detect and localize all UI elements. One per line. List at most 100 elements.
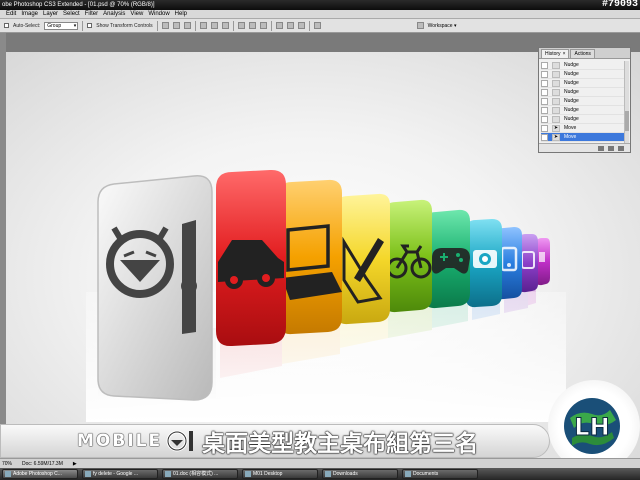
window-title: obe Photoshop CS3 Extended - [01.psd @ 7…	[2, 2, 155, 8]
task-label: Documents	[413, 471, 439, 477]
menu-help[interactable]: Help	[175, 10, 187, 19]
history-label: Nudge	[564, 71, 579, 77]
menu-view[interactable]: View	[130, 10, 143, 19]
align-bottom-icon[interactable]	[183, 22, 191, 29]
align-center-icon[interactable]	[210, 22, 218, 29]
menu-edit[interactable]: Edit	[6, 10, 16, 19]
trash-icon[interactable]	[618, 145, 624, 151]
tab-actions[interactable]: Actions	[570, 49, 595, 58]
history-source-checkbox[interactable]	[541, 79, 548, 87]
history-label: Nudge	[564, 80, 579, 86]
scrollbar-thumb[interactable]	[625, 111, 629, 131]
status-bar: 70% Doc: 6.59M/17.3M ▶	[0, 458, 640, 468]
card-cyan-camera	[466, 219, 502, 308]
distribute-bottom-icon[interactable]	[259, 22, 267, 29]
close-icon[interactable]: ×	[563, 51, 566, 57]
history-row[interactable]: Nudge	[541, 61, 625, 70]
nudge-icon	[552, 97, 560, 105]
align-left-icon[interactable]	[199, 22, 207, 29]
history-row[interactable]: Nudge	[541, 97, 625, 106]
taskbar-desktop-folder[interactable]: M01 Desktop	[242, 469, 318, 479]
distribute-top-icon[interactable]	[237, 22, 245, 29]
menu-select[interactable]: Select	[63, 10, 80, 19]
brand-text: MOBILE	[77, 431, 163, 451]
show-transform-label: Show Transform Controls	[96, 22, 153, 29]
auto-select-checkbox[interactable]	[4, 23, 9, 28]
new-document-from-state-icon[interactable]	[598, 145, 604, 151]
move-tool-icon: ➤	[552, 133, 560, 141]
align-middle-icon[interactable]	[172, 22, 180, 29]
history-row[interactable]: ➤ Move	[541, 124, 625, 133]
distribute-middle-icon[interactable]	[248, 22, 256, 29]
history-row[interactable]: Nudge	[541, 79, 625, 88]
logo-01-icon	[166, 430, 194, 452]
divider	[232, 20, 234, 31]
menu-layer[interactable]: Layer	[43, 10, 58, 19]
history-label: Nudge	[564, 98, 579, 104]
distribute-left-icon[interactable]	[275, 22, 283, 29]
auto-align-icon[interactable]	[313, 22, 321, 29]
distribute-center-icon[interactable]	[286, 22, 294, 29]
history-source-checkbox[interactable]	[541, 88, 548, 96]
history-row[interactable]: Nudge	[541, 106, 625, 115]
history-source-checkbox[interactable]	[541, 61, 548, 69]
card-gray-logo	[97, 175, 213, 401]
taskbar-chrome[interactable]: fy delete - Google ...	[82, 469, 158, 479]
nudge-icon	[552, 88, 560, 96]
history-panel: History × Actions Nudge Nudge Nudge Nudge…	[538, 47, 631, 153]
divider	[194, 20, 196, 31]
task-label: M01 Desktop	[253, 471, 283, 477]
word-icon	[165, 471, 171, 477]
wallpaper-caption-banner: MOBILE 桌面美型教主桌布組第三名	[0, 424, 550, 458]
workspace-dropdown[interactable]: Workspace ▾	[428, 23, 457, 29]
align-right-icon[interactable]	[221, 22, 229, 29]
show-transform-checkbox[interactable]	[87, 23, 93, 28]
history-source-checkbox[interactable]	[541, 124, 548, 132]
menu-filter[interactable]: Filter	[85, 10, 98, 19]
align-top-icon[interactable]	[161, 22, 169, 29]
menu-analysis[interactable]: Analysis	[103, 10, 125, 19]
menu-window[interactable]: Window	[148, 10, 169, 19]
distribute-right-icon[interactable]	[297, 22, 305, 29]
nudge-icon	[552, 70, 560, 78]
tab-history-label: History	[545, 51, 561, 57]
history-row-selected[interactable]: ➤ Move	[541, 133, 625, 142]
bridge-icon[interactable]	[416, 22, 424, 29]
auto-select-dropdown[interactable]: Group	[44, 21, 79, 30]
history-source-checkbox[interactable]	[541, 115, 548, 123]
history-label: Nudge	[564, 116, 579, 122]
os-taskbar: Adobe Photoshop C... fy delete - Google …	[0, 468, 640, 480]
menu-bar: Edit Image Layer Select Filter Analysis …	[0, 10, 640, 19]
history-source-checkbox[interactable]	[541, 97, 548, 105]
status-menu-arrow-icon[interactable]: ▶	[73, 461, 77, 467]
history-row[interactable]: Nudge	[541, 88, 625, 97]
panel-scrollbar[interactable]	[624, 61, 629, 145]
taskbar-photoshop[interactable]: Adobe Photoshop C...	[2, 469, 78, 479]
card-red-car	[216, 169, 286, 347]
zoom-level[interactable]: 70%	[2, 461, 12, 467]
history-source-checkbox[interactable]	[541, 70, 548, 78]
photoshop-icon	[5, 471, 11, 477]
taskbar-word[interactable]: 01.doc (相容模式) ...	[162, 469, 238, 479]
panel-footer	[539, 143, 630, 152]
history-label: Nudge	[564, 107, 579, 113]
history-label: Nudge	[564, 62, 579, 68]
taskbar-downloads[interactable]: Downloads	[322, 469, 398, 479]
nudge-icon	[552, 115, 560, 123]
taskbar-documents[interactable]: Documents	[402, 469, 478, 479]
logo-text: LH	[574, 413, 609, 441]
history-row[interactable]: Nudge	[541, 70, 625, 79]
auto-select-label: Auto-Select:	[13, 22, 41, 29]
divider	[82, 20, 84, 31]
history-source-checkbox[interactable]	[541, 106, 548, 114]
tab-history[interactable]: History ×	[541, 49, 570, 58]
move-tool-icon: ➤	[552, 124, 560, 132]
history-source-checkbox[interactable]	[541, 133, 548, 141]
menu-image[interactable]: Image	[21, 10, 38, 19]
history-label: Move	[564, 134, 577, 140]
snapshot-icon[interactable]	[608, 145, 614, 151]
history-row[interactable]: Nudge	[541, 115, 625, 124]
history-list: Nudge Nudge Nudge Nudge Nudge Nudge Nudg…	[541, 61, 625, 142]
task-label: 01.doc (相容模式) ...	[173, 471, 219, 477]
history-label: Nudge	[564, 89, 579, 95]
